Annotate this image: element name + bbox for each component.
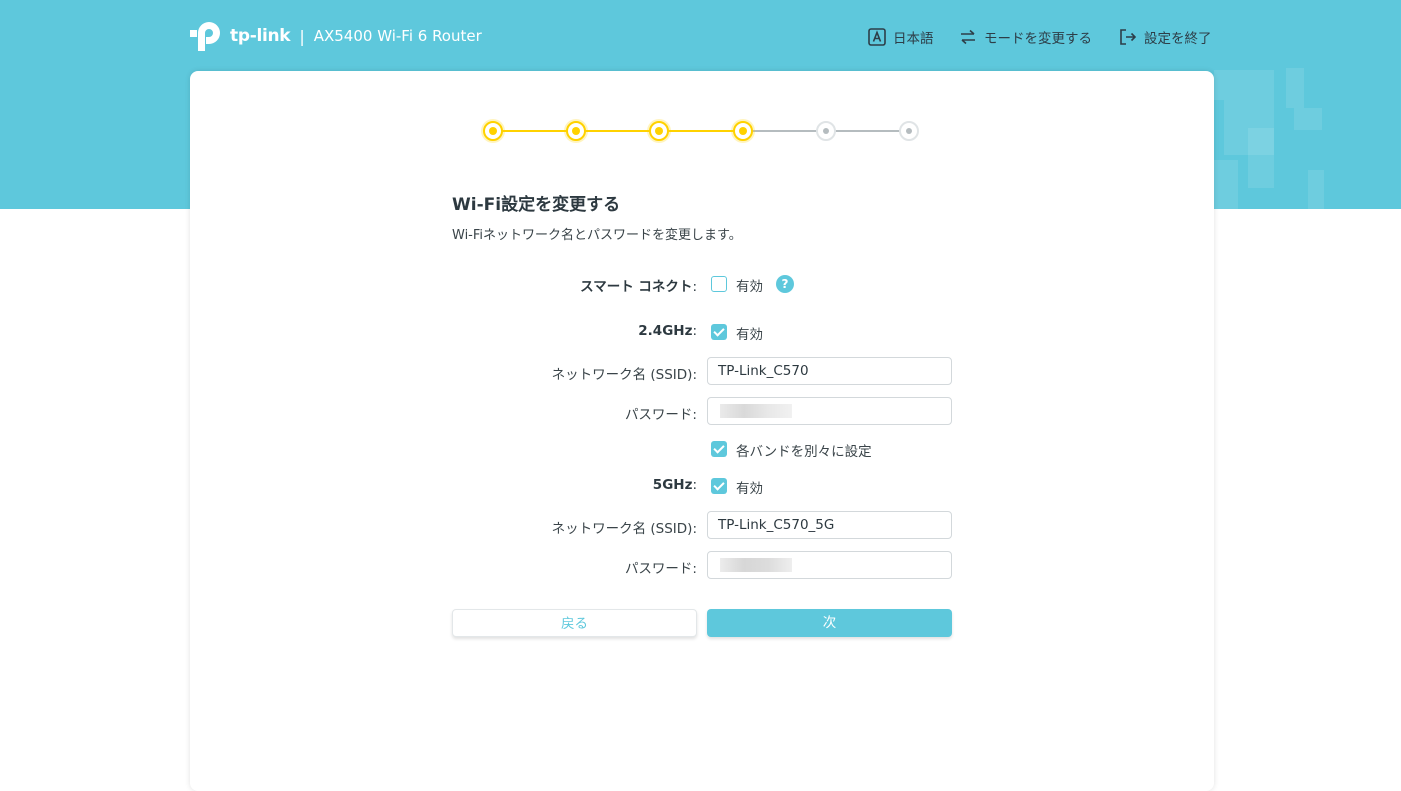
progress-stepper xyxy=(483,120,923,142)
tp-link-logo[interactable]: tp-link | AX5400 Wi-Fi 6 Router xyxy=(190,18,482,54)
exit-setup-link[interactable]: 設定を終了 xyxy=(1119,26,1212,48)
band-5-enable-checkbox[interactable] xyxy=(711,478,727,494)
band-5-ssid-input[interactable]: TP-Link_C570_5G xyxy=(707,511,952,539)
band-5-label: 5GHz: xyxy=(652,477,697,493)
band-5-password-input[interactable] xyxy=(707,551,952,579)
step-1 xyxy=(483,121,503,141)
band-5-password-label: パスワード: xyxy=(624,561,697,577)
step-3 xyxy=(649,121,669,141)
separate-bands-checkbox[interactable] xyxy=(711,441,727,457)
redacted-password xyxy=(720,404,792,418)
smart-connect-enable-label: 有効 xyxy=(736,279,763,295)
change-mode-label: モードを変更する xyxy=(984,31,1092,47)
band-24-password-label: パスワード: xyxy=(624,407,697,423)
decorative-pattern xyxy=(1294,108,1322,130)
band-5-enable-label: 有効 xyxy=(736,481,763,497)
smart-connect-checkbox[interactable] xyxy=(711,276,727,292)
stepper-line-done xyxy=(493,130,743,132)
exit-setup-label: 設定を終了 xyxy=(1144,31,1212,47)
decorative-pattern xyxy=(1308,170,1324,209)
help-icon[interactable]: ? xyxy=(776,275,794,293)
back-button[interactable]: 戻る xyxy=(452,609,697,637)
separate-bands-label: 各バンドを別々に設定 xyxy=(736,444,872,460)
redacted-password xyxy=(720,558,792,572)
step-2 xyxy=(566,121,586,141)
step-6 xyxy=(899,121,919,141)
brand-name: tp-link xyxy=(230,26,291,46)
change-mode-link[interactable]: モードを変更する xyxy=(959,26,1092,48)
band-24-password-input[interactable] xyxy=(707,397,952,425)
step-4 xyxy=(733,121,753,141)
language-label: 日本語 xyxy=(893,31,934,47)
decorative-pattern xyxy=(1286,68,1304,108)
decorative-pattern xyxy=(1248,128,1274,188)
next-button[interactable]: 次 xyxy=(707,609,952,637)
exit-icon xyxy=(1120,29,1137,45)
router-model: AX5400 Wi-Fi 6 Router xyxy=(313,27,482,45)
title-separator: | xyxy=(299,26,305,46)
decorative-pattern xyxy=(1214,160,1238,209)
band-24-label: 2.4GHz: xyxy=(638,323,697,339)
decorative-pattern xyxy=(1214,70,1274,100)
language-icon xyxy=(868,28,886,46)
page-title: Wi-Fi設定を変更する xyxy=(452,195,621,215)
smart-connect-label: スマート コネクト: xyxy=(580,279,697,295)
tp-link-mark-icon xyxy=(190,22,220,51)
page-subtitle: Wi-Fiネットワーク名とパスワードを変更します。 xyxy=(452,228,742,243)
swap-mode-icon xyxy=(961,29,975,45)
setup-card xyxy=(190,71,1214,791)
band-24-enable-label: 有効 xyxy=(736,327,763,343)
band-24-enable-checkbox[interactable] xyxy=(711,324,727,340)
band-24-ssid-label: ネットワーク名 (SSID): xyxy=(551,367,697,383)
band-24-ssid-input[interactable]: TP-Link_C570 xyxy=(707,357,952,385)
step-5 xyxy=(816,121,836,141)
band-5-ssid-label: ネットワーク名 (SSID): xyxy=(551,521,697,537)
language-selector[interactable]: 日本語 xyxy=(868,26,934,48)
